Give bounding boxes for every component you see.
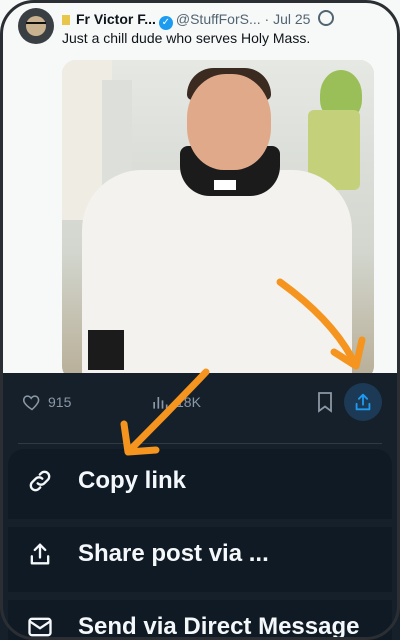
post-image[interactable] [62,60,374,380]
flag-icon [62,15,70,25]
share-menu: Copy link Share post via ... Send via Di… [0,373,400,640]
share-icon [30,543,50,565]
author-name[interactable]: Fr Victor F... [76,11,156,27]
menu-separator [8,519,392,527]
verified-icon: ✓ [158,16,173,30]
tweet-header: Fr Victor F... ✓ @StuffForS... · Jul 25 Ju… [14,6,390,56]
share-post-item[interactable]: Share post via ... [26,540,269,568]
tweet-meta: Fr Victor F... ✓ @StuffForS... · Jul 25 [62,10,335,30]
link-icon [29,470,51,492]
author-handle[interactable]: @StuffForS... [176,11,261,27]
share-post-label: Share post via ... [78,540,269,567]
grok-icon[interactable] [318,10,335,26]
screen: Fr Victor F... ✓ @StuffForS... · Jul 25 Ju… [0,0,400,640]
direct-message-item[interactable]: Send via Direct Message [26,613,359,640]
post-date[interactable]: Jul 25 [273,11,310,27]
tweet-text: Just a chill dude who serves Holy Mass. [62,30,311,46]
direct-message-label: Send via Direct Message [78,613,360,640]
menu-separator [8,592,392,600]
meta-separator: · [264,11,270,27]
mail-icon [28,617,52,637]
copy-link-item[interactable]: Copy link [26,467,186,495]
copy-link-label: Copy link [78,467,187,494]
avatar[interactable] [18,8,54,44]
